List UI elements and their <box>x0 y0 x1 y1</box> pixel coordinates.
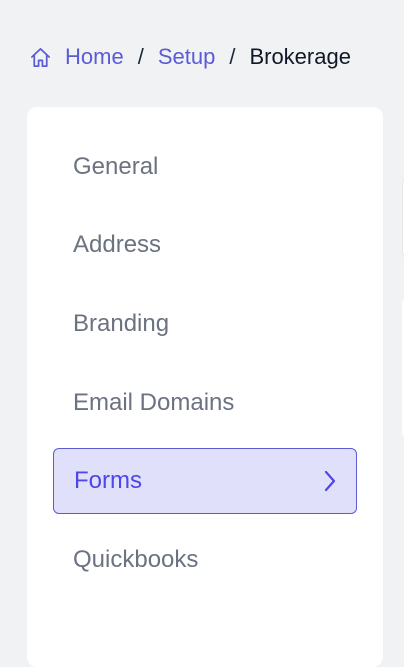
breadcrumb-separator: / <box>229 44 236 69</box>
sidebar-item-email-domains[interactable]: Email Domains <box>53 370 357 436</box>
sidebar-item-label: Quickbooks <box>73 546 199 573</box>
sidebar-item-label: Address <box>73 231 162 258</box>
breadcrumb-home[interactable]: Home <box>65 44 124 70</box>
sidebar-item-label: Forms <box>74 467 142 494</box>
home-icon[interactable] <box>29 46 52 69</box>
sidebar-item-address[interactable]: Address <box>53 212 357 278</box>
sidebar-item-general[interactable]: General <box>53 134 357 200</box>
sidebar-item-forms[interactable]: Forms <box>53 448 357 514</box>
sidebar-item-quickbooks[interactable]: Quickbooks <box>53 527 357 593</box>
breadcrumb-brokerage: Brokerage <box>249 44 351 69</box>
sidebar-item-label: Branding <box>73 310 170 337</box>
sidebar-item-branding[interactable]: Branding <box>53 291 357 357</box>
breadcrumb: Home / Setup / Brokerage <box>29 42 351 72</box>
sidebar-item-label: General <box>73 153 159 180</box>
chevron-right-icon <box>320 469 340 493</box>
breadcrumb-setup[interactable]: Setup <box>158 44 216 70</box>
settings-sidebar: General Address Branding Email Domains F… <box>27 107 383 667</box>
sidebar-item-label: Email Domains <box>73 389 235 416</box>
breadcrumb-separator: / <box>137 44 144 69</box>
